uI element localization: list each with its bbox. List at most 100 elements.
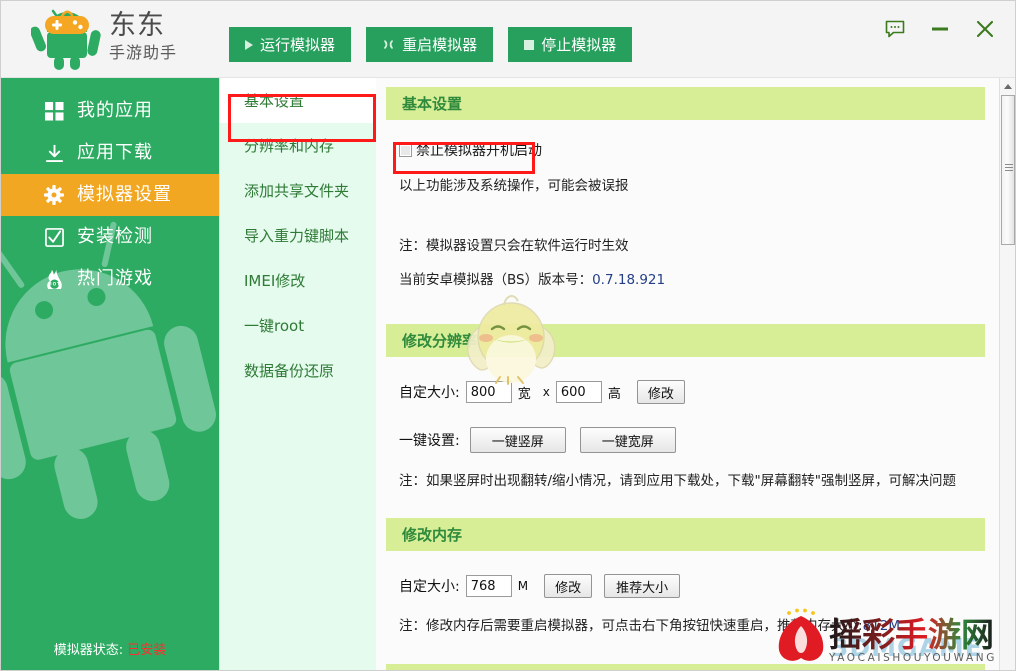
warning-note: 以上功能涉及系统操作，可能会被误报 [399, 178, 629, 194]
version-label: 当前安卓模拟器（BS）版本号： [399, 272, 593, 288]
scrollbar-track[interactable] [1000, 95, 1015, 670]
emulator-status-value: 已安装 [127, 643, 167, 658]
runtime-note: 注：模拟器设置只会在软件运行时生效 [399, 238, 629, 254]
hot-flame-icon: HOT [43, 268, 65, 290]
submenu-item-label: 添加共享文件夹 [244, 182, 350, 200]
section-title: 修改分辨率 [402, 332, 478, 350]
oneclick-label: 一键设置: [399, 433, 460, 449]
sidebar-nav: 我的应用 应用下载 模拟器设置 安装检测 HOT 热门游戏 [1, 90, 219, 300]
disable-autostart-row: 禁止模拟器开机启动 [399, 140, 985, 160]
minimize-button[interactable] [920, 11, 960, 47]
memory-recommend-button[interactable]: 推荐大小 [604, 574, 681, 598]
content-scrollbar[interactable] [999, 78, 1015, 670]
brand-line-1: 东东 [109, 10, 165, 41]
submenu-item-label: 分辨率和内存 [244, 137, 335, 155]
sidebar-item-my-apps[interactable]: 我的应用 [1, 90, 219, 132]
chat-bubble-icon [885, 20, 905, 38]
android-gamepad-logo-icon [30, 8, 103, 72]
section-header-next-partial [386, 664, 985, 670]
chevron-up-icon [1004, 84, 1012, 89]
submenu-item-label: 导入重力键脚本 [244, 227, 350, 245]
close-button[interactable] [965, 11, 1005, 47]
grid-icon [43, 100, 65, 122]
scrollbar-grip-icon [1005, 164, 1013, 173]
section-body-basic: 禁止模拟器开机启动 以上功能涉及系统操作，可能会被误报 注：模拟器设置只会在软件… [376, 140, 1001, 288]
sidebar-item-label: 模拟器设置 [77, 184, 172, 205]
memory-apply-button[interactable]: 修改 [544, 574, 593, 598]
gear-icon [43, 184, 65, 206]
restart-emulator-button[interactable]: 重启模拟器 [366, 27, 494, 62]
memory-note: 注：修改内存后需要重启模拟器，可点击右下角按钮快速重启，推荐内存大小:812M [399, 614, 985, 634]
submenu-item-gravity-script[interactable]: 导入重力键脚本 [220, 213, 376, 258]
section-header-memory: 修改内存 [386, 518, 985, 551]
feedback-button[interactable] [875, 11, 915, 47]
times-symbol: x [542, 385, 550, 399]
version-value: 0.7.18.921 [592, 272, 666, 288]
sidebar-item-label: 我的应用 [77, 100, 153, 121]
title-bar: 东东 手游助手 运行模拟器 重启模拟器 停止模拟器 [1, 1, 1015, 78]
brand-line-2: 手游助手 [109, 43, 178, 62]
version-row: 当前安卓模拟器（BS）版本号：0.7.18.921 [399, 268, 985, 288]
resolution-note: 注：如果竖屏时出现翻转/缩小情况，请到应用下载处，下载"屏幕翻转"强制竖屏，可解… [399, 473, 956, 489]
submenu-item-label: 一键root [244, 317, 305, 335]
submenu-item-label: 数据备份还原 [244, 362, 335, 380]
memory-unit-label: M [517, 579, 529, 593]
portrait-preset-button[interactable]: 一键竖屏 [469, 427, 566, 453]
minimize-icon [931, 27, 948, 31]
sidebar-item-app-download[interactable]: 应用下载 [1, 132, 219, 174]
memory-custom-row: 自定大小: M 修改 推荐大小 [399, 574, 985, 598]
resolution-apply-button[interactable]: 修改 [636, 380, 685, 404]
settings-content: 基本设置 禁止模拟器开机启动 以上功能涉及系统操作，可能会被误报 注：模拟器设置… [376, 78, 1001, 670]
download-icon [43, 142, 65, 164]
memory-note-value: 812M [862, 618, 900, 634]
memory-custom-label: 自定大小: [399, 579, 460, 595]
submenu-item-shared-folder[interactable]: 添加共享文件夹 [220, 168, 376, 213]
scrollbar-up-button[interactable] [1000, 78, 1015, 95]
restart-emulator-label: 重启模拟器 [402, 37, 478, 54]
restart-icon [382, 38, 395, 51]
stop-emulator-button[interactable]: 停止模拟器 [508, 27, 633, 62]
height-unit-label: 高 [607, 386, 621, 402]
scrollbar-thumb[interactable] [1001, 95, 1015, 245]
settings-submenu: 基本设置 分辨率和内存 添加共享文件夹 导入重力键脚本 IMEI修改 一键roo… [219, 78, 376, 670]
section-body-memory: 自定大小: M 修改 推荐大小 注：修改内存后需要重启模拟器，可点击右下角按钮快… [376, 574, 1001, 634]
emulator-status-label: 模拟器状态: [53, 643, 124, 658]
resolution-oneclick-row: 一键设置: 一键竖屏 一键宽屏 [399, 427, 985, 453]
memory-size-input[interactable] [465, 575, 512, 597]
section-header-basic: 基本设置 [386, 87, 985, 120]
submenu-item-one-click-root[interactable]: 一键root [220, 303, 376, 348]
submenu-item-label: IMEI修改 [244, 272, 306, 290]
app-window: 东东 手游助手 运行模拟器 重启模拟器 停止模拟器 我的应用 应用下载 模拟器设… [0, 0, 1016, 671]
submenu-item-resolution-memory[interactable]: 分辨率和内存 [220, 123, 376, 168]
disable-autostart-checkbox[interactable] [399, 143, 412, 157]
submenu-item-imei-modify[interactable]: IMEI修改 [220, 258, 376, 303]
disable-autostart-label[interactable]: 禁止模拟器开机启动 [416, 140, 542, 160]
resolution-custom-label: 自定大小: [399, 385, 460, 401]
app-logo: 东东 手游助手 [30, 8, 221, 72]
landscape-preset-button[interactable]: 一键宽屏 [579, 427, 676, 453]
sidebar-item-label: 应用下载 [77, 142, 153, 163]
stop-icon [524, 39, 535, 50]
section-body-resolution: 自定大小: 宽 x 高 修改 一键设置: 一键竖屏 一键宽屏 注：如果竖屏时出现… [376, 380, 1001, 489]
resolution-custom-row: 自定大小: 宽 x 高 修改 [399, 380, 985, 404]
resolution-height-input[interactable] [555, 381, 602, 403]
section-title: 修改内存 [402, 526, 463, 544]
sidebar-item-install-check[interactable]: 安装检测 [1, 216, 219, 258]
submenu-item-data-backup-restore[interactable]: 数据备份还原 [220, 348, 376, 393]
sidebar-item-label: 热门游戏 [77, 268, 153, 289]
width-unit-label: 宽 [517, 386, 531, 402]
emulator-controls: 运行模拟器 重启模拟器 停止模拟器 [229, 27, 642, 62]
resolution-width-input[interactable] [465, 381, 512, 403]
sidebar-item-emulator-settings[interactable]: 模拟器设置 [1, 174, 219, 216]
play-icon [245, 39, 253, 50]
close-icon [976, 20, 994, 38]
emulator-status: 模拟器状态: 已安装 [1, 639, 219, 658]
sidebar-item-label: 安装检测 [77, 226, 153, 247]
submenu-item-basic-settings[interactable]: 基本设置 [220, 78, 376, 123]
submenu-item-label: 基本设置 [244, 92, 305, 110]
checkbox-icon [43, 226, 65, 248]
section-header-resolution: 修改分辨率 [386, 324, 985, 357]
run-emulator-button[interactable]: 运行模拟器 [229, 27, 352, 62]
section-title: 基本设置 [402, 95, 463, 113]
sidebar-item-hot-games[interactable]: HOT 热门游戏 [1, 258, 219, 300]
